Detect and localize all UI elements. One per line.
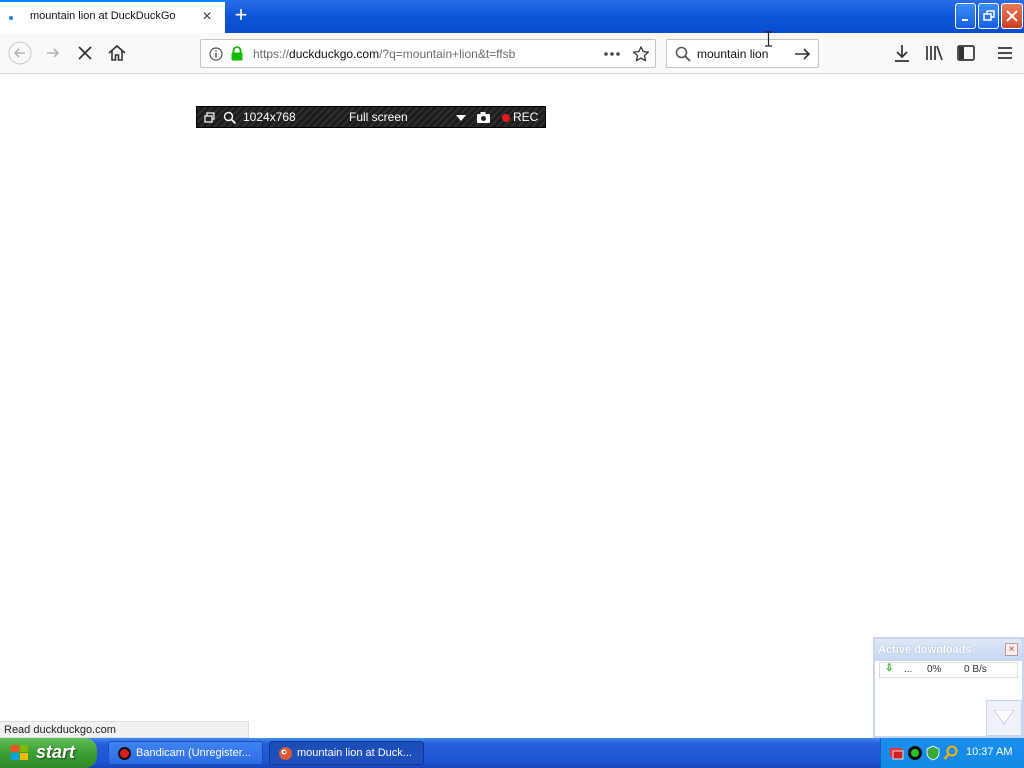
search-go-arrow-icon[interactable] — [794, 46, 812, 62]
close-icon — [1006, 10, 1018, 22]
url-host: duckduckgo.com — [289, 47, 380, 61]
taskbar-item-firefox[interactable]: mountain lion at Duck... — [269, 741, 424, 765]
browser-titlebar: mountain lion at DuckDuckGo × + — [0, 0, 1024, 33]
mode-dropdown-icon[interactable] — [456, 115, 466, 121]
secure-lock-icon[interactable] — [230, 46, 244, 61]
expand-arrow-icon — [994, 710, 1014, 725]
minimize-button[interactable] — [955, 3, 976, 29]
restore-icon — [983, 10, 995, 21]
status-panel: Read duckduckgo.com — [0, 721, 249, 738]
capture-resolution: 1024x768 — [243, 110, 296, 124]
forward-arrow-icon[interactable] — [41, 41, 65, 65]
taskbar-item-label: Bandicam (Unregister... — [136, 747, 251, 759]
download-arrow-icon: ⇩ — [885, 663, 894, 674]
text-cursor-icon — [765, 31, 772, 47]
navigation-toolbar: https://duckduckgo.com/?q=mountain+lion&… — [0, 33, 1024, 74]
downloads-expand-button[interactable] — [986, 700, 1022, 736]
start-label: start — [36, 742, 76, 762]
library-icon[interactable] — [922, 41, 946, 65]
record-button[interactable]: REC — [513, 110, 538, 124]
downloads-icon[interactable] — [890, 41, 914, 65]
info-icon[interactable] — [209, 47, 223, 61]
tab-loading-icon — [9, 16, 13, 20]
bookmark-star-icon[interactable] — [632, 45, 650, 63]
taskbar: start Bandicam (Unregister... mountain l… — [0, 738, 1024, 768]
download-speed: 0 B/s — [964, 664, 987, 675]
zoom-icon[interactable] — [223, 111, 237, 125]
downloads-title: Active downloads — [878, 644, 972, 656]
url-text[interactable]: https://duckduckgo.com/?q=mountain+lion&… — [253, 47, 515, 61]
tray-record-icon[interactable] — [907, 745, 923, 761]
restore-button[interactable] — [978, 3, 999, 29]
back-arrow-icon[interactable] — [8, 41, 32, 65]
screenshot-camera-icon[interactable] — [476, 111, 491, 124]
hamburger-menu-icon[interactable] — [993, 41, 1017, 65]
tray-shield-icon[interactable] — [925, 745, 941, 761]
tray-network-icon[interactable] — [889, 745, 905, 761]
sidebar-icon[interactable] — [954, 41, 978, 65]
bandicam-toolbar: 1024x768 Full screen REC — [196, 106, 546, 128]
tab-active[interactable]: mountain lion at DuckDuckGo × — [0, 0, 225, 33]
system-tray: 10:37 AM — [880, 738, 1024, 768]
stop-loading-icon[interactable] — [73, 41, 97, 65]
capture-mode[interactable]: Full screen — [349, 110, 408, 124]
url-query: /?q=mountain+lion&t=ffsb — [379, 47, 516, 61]
download-progress: 0% — [927, 664, 942, 675]
home-icon[interactable] — [105, 41, 129, 65]
download-name: ... — [904, 664, 913, 675]
tray-search-icon[interactable] — [943, 745, 959, 761]
close-window-button[interactable] — [1001, 3, 1023, 29]
taskbar-item-label: mountain lion at Duck... — [297, 747, 412, 759]
downloads-close-icon[interactable]: × — [1005, 643, 1018, 656]
url-bar[interactable]: https://duckduckgo.com/?q=mountain+lion&… — [200, 39, 656, 68]
downloads-header: Active downloads × — [875, 639, 1022, 661]
search-icon — [675, 46, 691, 62]
minimize-icon — [962, 19, 968, 21]
active-downloads-panel: Active downloads × ⇩ ... 0% 0 B/s — [873, 637, 1024, 738]
record-dot-icon[interactable] — [502, 114, 510, 122]
url-protocol: https:// — [253, 47, 290, 61]
duckduckgo-icon — [279, 747, 292, 760]
taskbar-item-bandicam[interactable]: Bandicam (Unregister... — [108, 741, 263, 765]
window-mode-icon[interactable] — [204, 112, 216, 124]
tab-close-icon[interactable]: × — [199, 8, 215, 26]
search-bar[interactable]: mountain lion — [666, 39, 819, 68]
status-text: Read duckduckgo.com — [4, 724, 116, 736]
start-button[interactable]: start — [0, 738, 97, 768]
taskbar-clock: 10:37 AM — [966, 746, 1013, 758]
search-input[interactable]: mountain lion — [697, 47, 768, 61]
bandicam-icon — [118, 747, 131, 760]
download-item[interactable]: ⇩ ... 0% 0 B/s — [879, 662, 1018, 678]
windows-logo-icon — [11, 745, 28, 760]
page-actions-icon[interactable] — [603, 47, 623, 61]
new-tab-button[interactable]: + — [231, 4, 251, 28]
tab-title: mountain lion at DuckDuckGo — [30, 10, 176, 22]
